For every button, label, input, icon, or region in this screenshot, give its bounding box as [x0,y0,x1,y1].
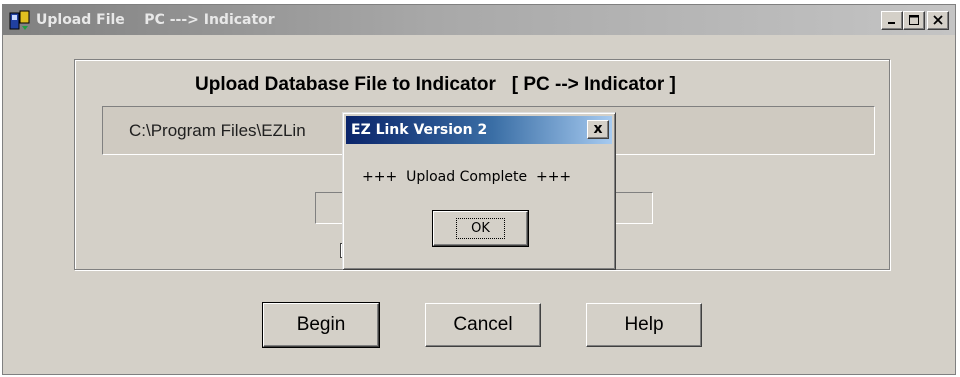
ok-button-label: OK [456,218,505,239]
begin-button[interactable]: Begin [262,302,380,348]
upload-heading: Upload Database File to Indicator [ PC -… [195,74,676,95]
dialog-titlebar[interactable]: EZ Link Version 2 x [346,116,612,144]
dialog-message: +++ Upload Complete +++ [362,169,572,185]
help-button[interactable]: Help [586,303,702,347]
minimize-icon [887,12,897,30]
upload-app-icon [9,10,31,31]
upload-complete-dialog: EZ Link Version 2 x +++ Upload Complete … [342,112,616,270]
window-title: Upload File PC ---> Indicator [36,12,275,28]
dialog-close-button[interactable]: x [587,120,609,139]
close-icon: x [593,121,603,137]
file-path-text: C:\Program Files\EZLin [129,121,306,140]
close-icon [933,12,943,30]
minimize-button[interactable] [881,11,903,30]
window-titlebar[interactable]: Upload File PC ---> Indicator [3,5,955,35]
maximize-icon [909,12,919,30]
ok-button[interactable]: OK [432,210,529,247]
cancel-button[interactable]: Cancel [425,303,541,347]
dialog-title: EZ Link Version 2 [351,122,488,138]
window-close-button[interactable] [927,11,949,30]
maximize-button[interactable] [903,11,925,30]
